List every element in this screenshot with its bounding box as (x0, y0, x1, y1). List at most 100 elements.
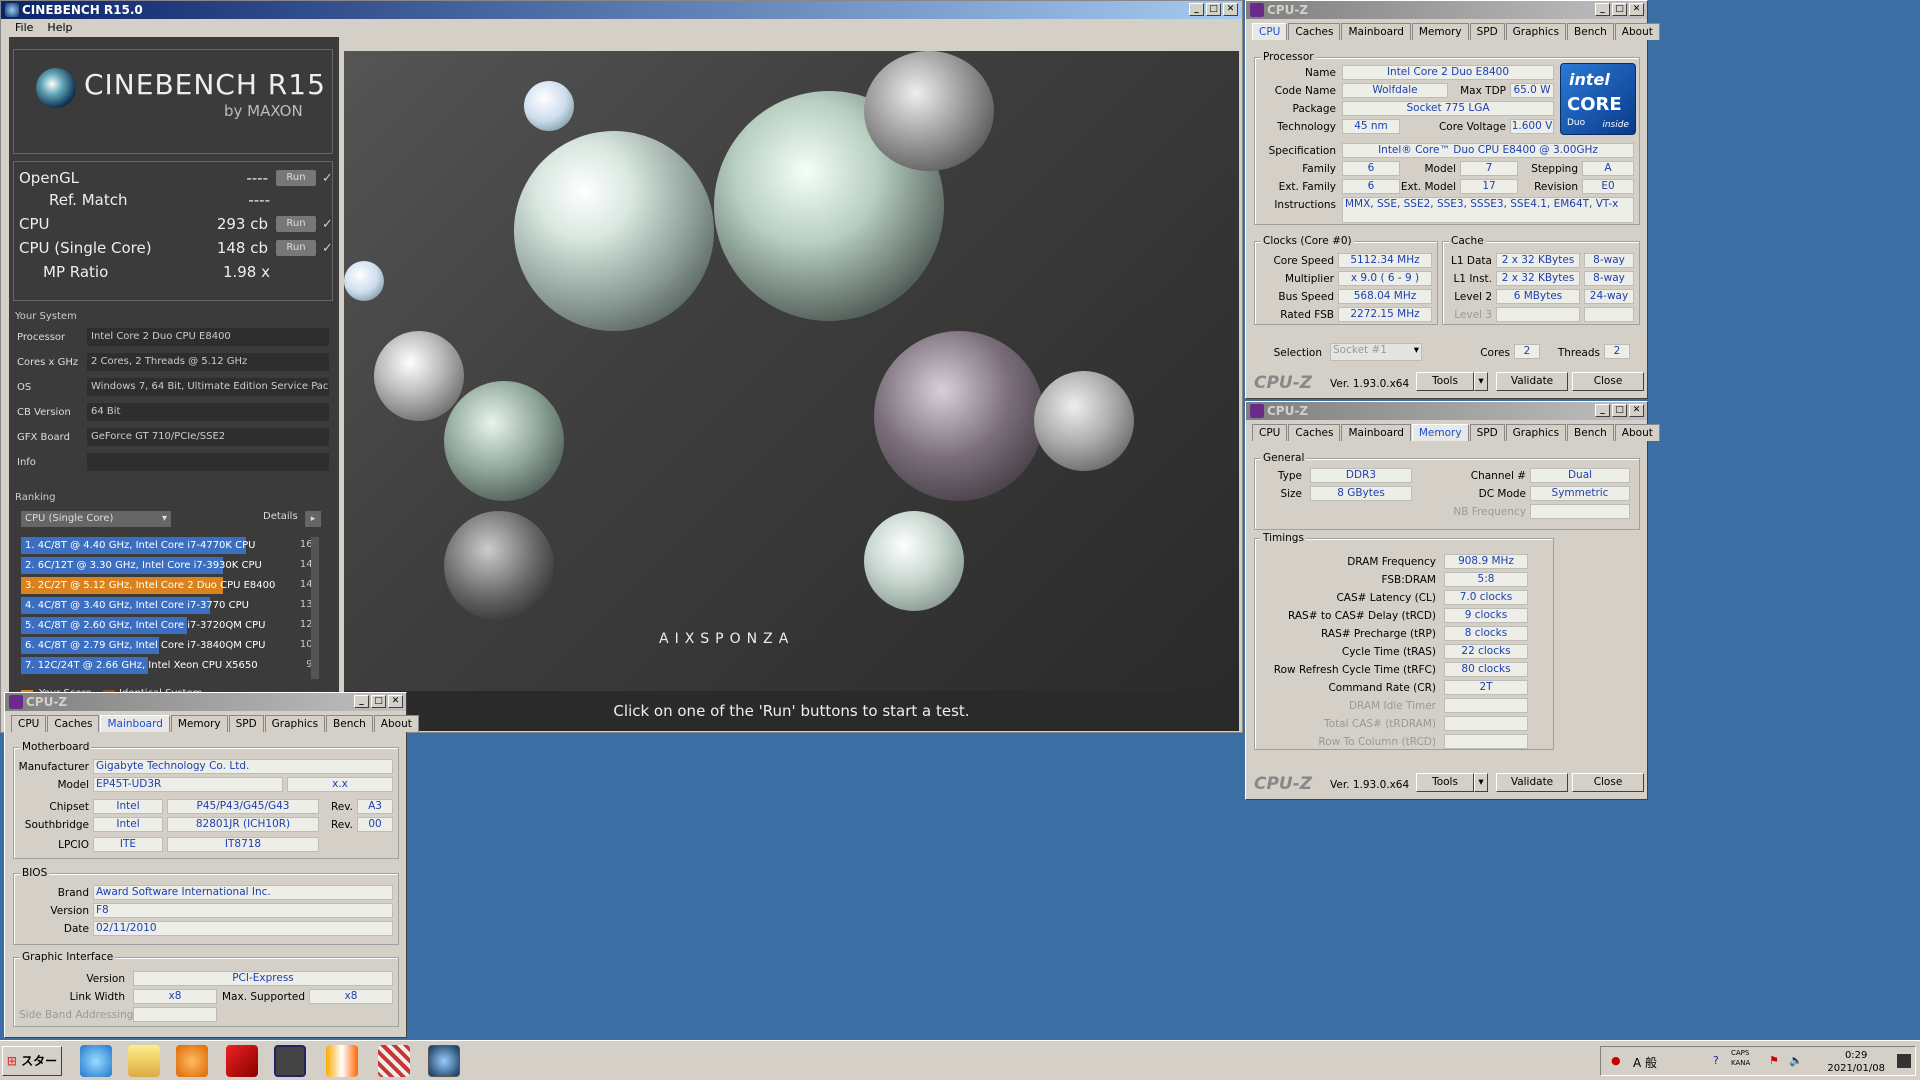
checkmark-icon[interactable]: ✓ (322, 171, 334, 186)
tab-graphics[interactable]: Graphics (264, 715, 326, 732)
chevron-down-icon[interactable]: ▾ (1474, 372, 1488, 391)
timing-value: 9 clocks (1444, 608, 1528, 623)
checkmark-icon[interactable]: ✓ (322, 241, 334, 256)
close-button[interactable]: Close (1572, 773, 1644, 792)
tab-cpu[interactable]: CPU (1252, 424, 1288, 441)
ranking-item[interactable]: 6. 4C/8T @ 2.79 GHz, Intel Core i7-3840Q… (21, 637, 265, 654)
menu-help[interactable]: Help (47, 21, 72, 34)
tools-button[interactable]: Tools (1416, 773, 1474, 792)
tab-caches[interactable]: Caches (1288, 424, 1341, 441)
selection-dropdown[interactable]: Socket #1 ▾ (1330, 343, 1422, 361)
clock[interactable]: 0:29 2021/01/08 (1827, 1049, 1885, 1075)
label-code-name: Code Name (1274, 85, 1336, 97)
run-opengl-button[interactable]: Run (276, 170, 316, 186)
folder-icon[interactable] (128, 1045, 160, 1077)
stepping-field: A (1582, 161, 1634, 176)
run-cpu-button[interactable]: Run (276, 216, 316, 232)
ime-mode[interactable]: A 般 (1633, 1054, 1657, 1071)
close-icon[interactable]: ✕ (1223, 3, 1238, 16)
cinebench-logo-icon (36, 68, 76, 108)
system-row: Info (17, 452, 329, 472)
tab-caches[interactable]: Caches (47, 715, 100, 732)
tab-mainboard[interactable]: Mainboard (1341, 23, 1411, 40)
tab-cpu[interactable]: CPU (1252, 23, 1288, 40)
result-value: 1.98 x (222, 263, 270, 281)
menu-file[interactable]: File (15, 21, 33, 34)
chevron-down-icon[interactable]: ▾ (1474, 773, 1488, 792)
minimize-icon[interactable]: _ (1595, 404, 1610, 417)
details-arrow-icon[interactable]: ▸ (305, 511, 321, 527)
maximize-icon[interactable]: □ (1612, 404, 1627, 417)
tab-spd[interactable]: SPD (228, 715, 264, 732)
validate-button[interactable]: Validate (1496, 773, 1568, 792)
tab-mainboard[interactable]: Mainboard (1341, 424, 1411, 441)
instructions-field: MMX, SSE, SSE2, SSE3, SSSE3, SSE4.1, EM6… (1342, 197, 1634, 223)
app-icon[interactable] (226, 1045, 258, 1077)
label-l1-inst: L1 Inst. (1453, 273, 1492, 285)
close-button[interactable]: Close (1572, 372, 1644, 391)
tab-about[interactable]: About (1614, 424, 1660, 441)
ranking-item[interactable]: 7. 12C/24T @ 2.66 GHz, Intel Xeon CPU X5… (21, 657, 258, 674)
tab-memory[interactable]: Memory (1411, 23, 1469, 40)
tab-about[interactable]: About (373, 715, 419, 732)
details-label[interactable]: Details (263, 511, 298, 522)
minimize-icon[interactable]: _ (354, 695, 369, 708)
ranking-item[interactable]: 3. 2C/2T @ 5.12 GHz, Intel Core 2 Duo CP… (21, 577, 275, 594)
cpuz-mainboard-titlebar[interactable]: CPU-Z (5, 693, 406, 711)
cinebench-titlebar[interactable]: CINEBENCH R15.0 (1, 1, 1242, 19)
tab-spd[interactable]: SPD (1469, 424, 1505, 441)
cinebench-taskbar-icon[interactable] (428, 1045, 460, 1077)
maximize-icon[interactable]: □ (1612, 3, 1627, 16)
flag-icon[interactable]: ⚑ (1769, 1054, 1779, 1067)
tab-bench[interactable]: Bench (1567, 424, 1614, 441)
maximize-icon[interactable]: □ (371, 695, 386, 708)
tab-spd[interactable]: SPD (1469, 23, 1505, 40)
validate-button[interactable]: Validate (1496, 372, 1568, 391)
gpu-tool-icon[interactable] (326, 1045, 358, 1077)
tools-button[interactable]: Tools (1416, 372, 1474, 391)
internet-explorer-icon[interactable] (80, 1045, 112, 1077)
media-player-icon[interactable] (176, 1045, 208, 1077)
help-icon[interactable]: ? (1713, 1054, 1719, 1067)
southbridge-field: 82801JR (ICH10R) (167, 817, 319, 832)
ranking-item[interactable]: 4. 4C/8T @ 3.40 GHz, Intel Core i7-3770 … (21, 597, 249, 614)
tab-graphics[interactable]: Graphics (1505, 23, 1567, 40)
cpuz-cpu-titlebar[interactable]: CPU-Z (1246, 1, 1647, 19)
ranking-item[interactable]: 2. 6C/12T @ 3.30 GHz, Intel Core i7-3930… (21, 557, 262, 574)
group-title: Cache (1449, 235, 1486, 247)
checkmark-icon[interactable]: ✓ (322, 217, 334, 232)
label-date: Date (63, 923, 89, 935)
close-icon[interactable]: ✕ (1629, 404, 1644, 417)
show-desktop-icon[interactable] (1897, 1054, 1911, 1068)
tab-graphics[interactable]: Graphics (1505, 424, 1567, 441)
minimize-icon[interactable]: _ (1595, 3, 1610, 16)
close-icon[interactable]: ✕ (388, 695, 403, 708)
stress-test-icon[interactable] (378, 1045, 410, 1077)
cpuz-tabs: CPU Caches Mainboard Memory SPD Graphics… (1252, 23, 1661, 40)
cinebench-logo: CINEBENCH R15 by MAXON (13, 49, 333, 154)
speaker-icon[interactable]: 🔈 (1789, 1054, 1803, 1067)
tab-about[interactable]: About (1614, 23, 1660, 40)
cpuz-taskbar-icon[interactable] (274, 1045, 306, 1077)
side-band-field (133, 1007, 217, 1022)
cpuz-memory-titlebar[interactable]: CPU-Z (1246, 402, 1647, 420)
tab-bench[interactable]: Bench (1567, 23, 1614, 40)
run-cpu-single-button[interactable]: Run (276, 240, 316, 256)
ranking-select[interactable]: CPU (Single Core) ▾ (21, 511, 171, 527)
ranking-item[interactable]: 5. 4C/8T @ 2.60 GHz, Intel Core i7-3720Q… (21, 617, 265, 634)
tab-cpu[interactable]: CPU (11, 715, 47, 732)
ime-icon[interactable]: ● (1611, 1054, 1621, 1067)
tab-memory[interactable]: Memory (170, 715, 228, 732)
maximize-icon[interactable]: □ (1206, 3, 1221, 16)
tab-mainboard[interactable]: Mainboard (100, 715, 170, 732)
minimize-icon[interactable]: _ (1189, 3, 1204, 16)
tab-caches[interactable]: Caches (1288, 23, 1341, 40)
system-key: Processor (17, 331, 66, 343)
close-icon[interactable]: ✕ (1629, 3, 1644, 16)
tab-memory[interactable]: Memory (1411, 424, 1469, 441)
tab-bench[interactable]: Bench (326, 715, 373, 732)
ranking-item[interactable]: 1. 4C/8T @ 4.40 GHz, Intel Core i7-4770K… (21, 537, 256, 554)
start-button[interactable]: ⊞ スタート (2, 1046, 62, 1076)
ranking-scrollbar[interactable] (311, 537, 319, 679)
l1-data-field: 2 x 32 KBytes (1496, 253, 1580, 268)
